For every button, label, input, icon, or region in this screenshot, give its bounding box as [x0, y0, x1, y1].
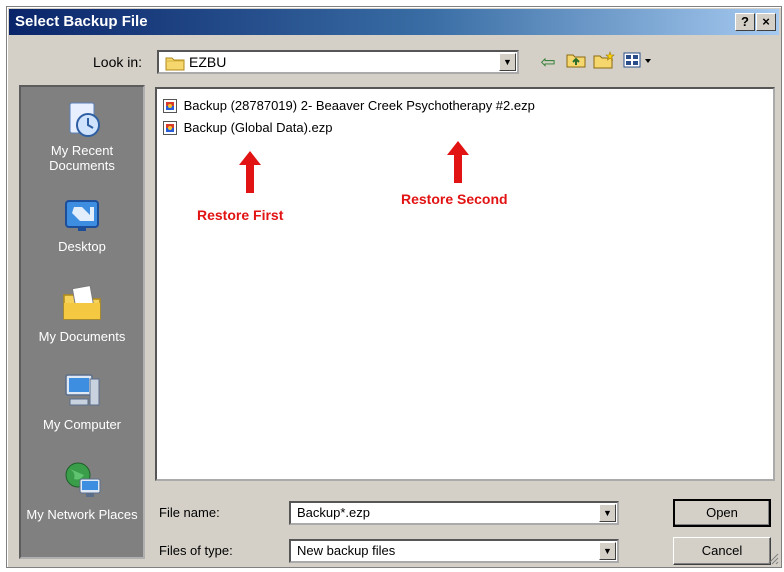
- network-places-icon: [21, 459, 143, 503]
- place-recent-documents[interactable]: My Recent Documents: [21, 99, 143, 173]
- places-bar: My Recent Documents Desktop My Documents…: [19, 85, 145, 559]
- place-network[interactable]: My Network Places: [21, 459, 143, 522]
- file-name-label: File name:: [159, 505, 220, 520]
- place-my-computer[interactable]: My Computer: [21, 369, 143, 432]
- view-menu-icon[interactable]: [621, 51, 655, 73]
- up-folder-icon[interactable]: [565, 51, 587, 73]
- folder-icon: [165, 55, 185, 74]
- file-list[interactable]: Backup (28787019) 2- Beaaver Creek Psych…: [155, 87, 775, 481]
- look-in-value: EZBU: [189, 54, 227, 70]
- new-folder-icon[interactable]: [593, 51, 615, 73]
- file-type-value: New backup files: [297, 543, 396, 558]
- list-item[interactable]: Backup (Global Data).ezp: [163, 119, 332, 137]
- chevron-down-icon[interactable]: ▼: [599, 542, 616, 560]
- look-in-dropdown[interactable]: EZBU ▼: [157, 50, 519, 74]
- file-type-label: Files of type:: [159, 543, 233, 558]
- place-my-documents[interactable]: My Documents: [21, 281, 143, 344]
- restore-second-annotation: Restore Second: [401, 191, 508, 207]
- chevron-down-icon[interactable]: ▼: [499, 53, 516, 71]
- place-label: My Computer: [42, 417, 122, 432]
- file-name-value: Backup*.ezp: [297, 505, 370, 520]
- recent-documents-icon: [21, 99, 143, 139]
- file-icon: [163, 98, 177, 113]
- file-type-dropdown[interactable]: New backup files ▼: [289, 539, 619, 563]
- cancel-button[interactable]: Cancel: [673, 537, 771, 565]
- close-button[interactable]: ×: [756, 13, 776, 31]
- title-bar[interactable]: Select Backup File ? ×: [9, 9, 779, 35]
- place-label: Desktop: [58, 239, 106, 254]
- list-item[interactable]: Backup (28787019) 2- Beaaver Creek Psych…: [163, 97, 535, 115]
- open-button[interactable]: Open: [673, 499, 771, 527]
- desktop-icon: [21, 197, 143, 235]
- file-name-field[interactable]: Backup*.ezp ▼: [289, 501, 619, 525]
- resize-grip-icon[interactable]: [767, 553, 779, 565]
- file-name: Backup (28787019) 2- Beaaver Creek Psych…: [183, 98, 535, 114]
- my-computer-icon: [21, 369, 143, 413]
- restore-second-arrow: [447, 141, 469, 183]
- place-label: My Documents: [38, 329, 126, 344]
- select-backup-file-dialog: Select Backup File ? × Look in: EZBU ▼ ⇦…: [6, 6, 782, 568]
- back-arrow-icon[interactable]: ⇦: [537, 51, 559, 73]
- place-label: My Recent Documents: [49, 143, 115, 173]
- file-name: Backup (Global Data).ezp: [183, 120, 333, 136]
- place-desktop[interactable]: Desktop: [21, 197, 143, 254]
- look-in-label: Look in:: [93, 54, 143, 70]
- chevron-down-icon[interactable]: ▼: [599, 504, 616, 522]
- dialog-title: Select Backup File: [15, 13, 148, 30]
- restore-first-arrow: [239, 151, 261, 193]
- restore-first-annotation: Restore First: [197, 207, 284, 223]
- my-documents-icon: [21, 281, 143, 325]
- file-icon: [163, 120, 177, 135]
- place-label: My Network Places: [26, 507, 138, 522]
- help-button[interactable]: ?: [735, 13, 755, 31]
